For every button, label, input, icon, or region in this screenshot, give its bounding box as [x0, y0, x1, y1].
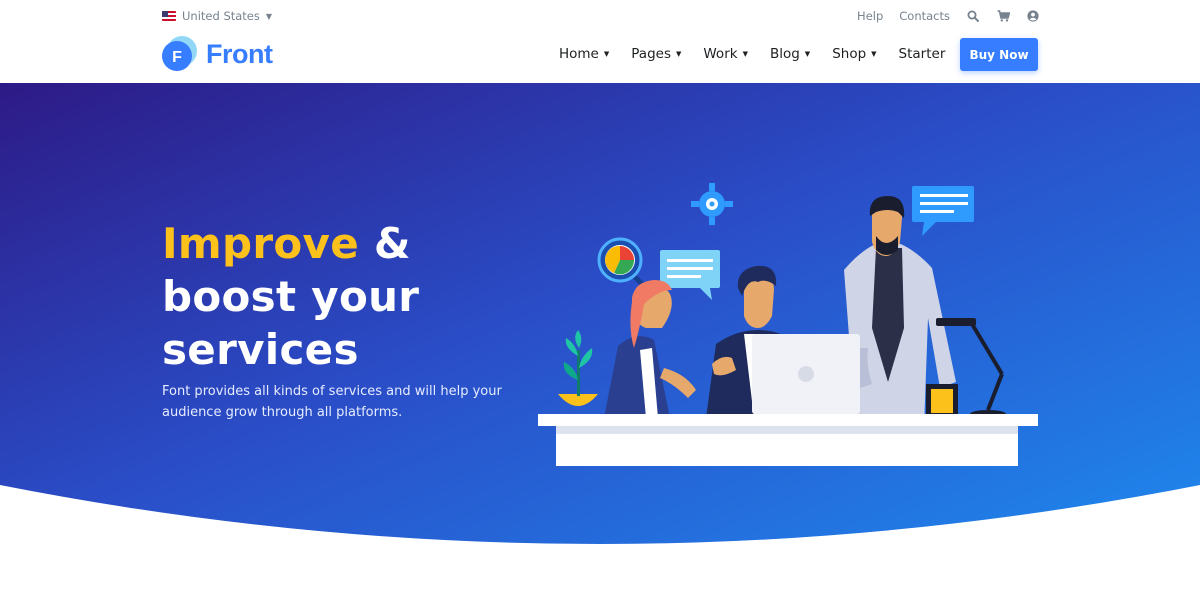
chevron-down-icon: ▼: [675, 50, 682, 58]
gear-icon: [691, 183, 733, 225]
nav-shop[interactable]: Shop ▼: [832, 46, 876, 62]
headline-ampersand: &: [359, 219, 411, 268]
main-nav: Home ▼ Pages ▼ Work ▼ Blog ▼ Shop ▼ Starter: [559, 46, 967, 62]
top-links: Help Contacts: [857, 9, 1040, 23]
us-flag-icon: [162, 11, 176, 21]
top-bar: United States ▼ Help Contacts: [0, 0, 1200, 34]
help-link[interactable]: Help: [857, 9, 883, 23]
photo-frame-icon: [926, 384, 958, 418]
search-icon[interactable]: [966, 9, 980, 23]
nav-starter[interactable]: Starter: [899, 46, 946, 62]
pie-chart-magnifier-icon: [597, 237, 647, 289]
chevron-down-icon: ▼: [804, 50, 811, 58]
user-icon[interactable]: [1026, 9, 1040, 23]
chevron-down-icon: ▼: [742, 50, 748, 58]
desk: [538, 414, 1038, 466]
nav-shop-label: Shop: [832, 46, 867, 62]
locale-label: United States: [182, 9, 260, 23]
logo[interactable]: F Front: [162, 36, 273, 72]
chat-bubble-icon: [912, 186, 974, 236]
chevron-down-icon: ▼: [871, 50, 877, 58]
nav-starter-label: Starter: [898, 46, 946, 62]
nav-home-label: Home: [559, 46, 599, 62]
svg-text:F: F: [172, 49, 182, 66]
nav-blog[interactable]: Blog ▼: [770, 46, 810, 62]
buy-now-button[interactable]: Buy Now: [960, 38, 1038, 71]
headline-line-2: boost your: [162, 272, 420, 321]
nav-blog-label: Blog: [769, 46, 800, 62]
locale-selector[interactable]: United States ▼: [162, 9, 272, 23]
headline-line-3: services: [162, 325, 359, 374]
chevron-down-icon: ▼: [265, 11, 273, 21]
plant-icon: [558, 330, 598, 406]
contacts-link[interactable]: Contacts: [899, 9, 950, 23]
nav-home[interactable]: Home ▼: [559, 46, 609, 62]
nav-work-label: Work: [703, 46, 738, 62]
laptop-icon: [752, 334, 860, 414]
cart-icon[interactable]: [996, 9, 1010, 23]
logo-mark-icon: F: [162, 36, 197, 71]
chevron-down-icon: ▼: [603, 50, 610, 58]
woman-figure: [604, 280, 696, 418]
main-header: F Front Home ▼ Pages ▼ Work ▼ Blog ▼ Shop ▼ S…: [0, 34, 1200, 82]
hero-headline: Improve & boost your services: [162, 217, 419, 376]
hero-subtext: Font provides all kinds of services and …: [162, 384, 502, 420]
nav-work[interactable]: Work ▼: [703, 46, 748, 62]
nav-pages[interactable]: Pages ▼: [631, 46, 681, 62]
headline-line-1: Improve &: [162, 217, 419, 270]
logo-text: Front: [206, 38, 273, 69]
nav-pages-label: Pages: [631, 46, 671, 62]
hero-section: Improve & boost your services Font provi…: [0, 83, 1200, 600]
hero-illustration: [538, 183, 1038, 466]
headline-accent: Improve: [162, 219, 359, 268]
